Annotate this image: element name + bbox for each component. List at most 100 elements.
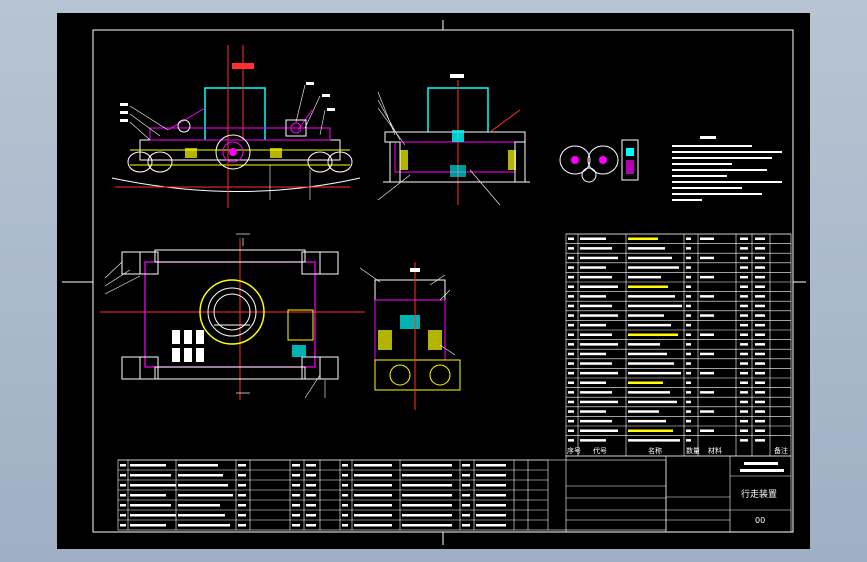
table-cell-text [700,256,714,260]
table-cell-text [130,494,166,497]
seq-header: 序号 [567,446,581,455]
table-cell-text [178,514,225,517]
table-cell-text [740,429,748,432]
table-cell-text [342,494,348,497]
table-cell-text [686,285,691,288]
table-cell-text [740,295,748,298]
table-cell-text [568,323,574,327]
table-cell-text [292,474,300,477]
table-cell-text [740,410,748,413]
cad-model-space[interactable]: 序号 代号 名称 数量 材料 备注 行走装置 00 [57,13,810,549]
table-cell-text [700,371,714,375]
table-cell-text [628,381,663,384]
table-cell-text [580,429,618,432]
table-cell-text [628,275,661,279]
table-cell-text [686,343,691,346]
drawing-title: 行走装置 [741,488,777,500]
table-cell-text [755,333,765,336]
table-cell-text [568,275,574,279]
section-view [359,262,461,410]
table-cell-text [568,237,574,240]
table-cell-text [628,237,658,240]
table-cell-text [402,494,452,497]
table-cell-text [462,464,470,467]
table-cell-text [238,484,246,487]
table-cell-text [568,381,574,384]
table-cell-text [462,514,470,517]
table-cell-text [740,304,748,308]
table-cell-text [120,494,126,497]
table-cell-text [628,266,679,269]
table-cell-text [354,494,392,497]
table-cell-text [580,285,618,288]
table-cell-text [740,333,748,336]
table-cell-text [476,474,506,477]
table-cell-text [755,314,765,317]
table-cell-text [580,323,606,327]
table-cell-text [580,304,612,308]
table-cell-text [755,371,765,375]
table-cell-text [686,333,691,336]
table-cell-text [402,474,452,477]
table-cell-text [568,439,574,442]
table-cell-text [568,247,574,250]
table-cell-text [740,400,748,404]
table-cell-text [686,247,691,250]
table-cell-text [568,333,574,336]
table-cell-text [178,524,230,527]
table-cell-text [628,419,666,423]
table-cell-text [628,323,671,327]
table-cell-text [700,275,714,279]
table-cell-text [342,474,348,477]
table-cell-text [580,381,606,384]
table-cell-text [580,275,612,279]
table-cell-text [402,484,452,487]
table-cell-text [354,464,392,467]
table-cell-text [686,400,691,404]
table-cell-text [568,410,574,413]
table-cell-text [740,419,748,423]
table-cell-text [740,362,748,365]
table-cell-text [476,504,506,507]
table-cell-text [686,256,691,260]
table-cell-text [238,504,246,507]
table-cell-text [755,295,765,298]
table-cell-text [686,439,691,442]
table-cell-text [306,474,316,477]
name-header: 名称 [648,446,662,455]
table-cell-text [580,314,618,317]
table-cell-text [342,484,348,487]
table-cell-text [178,504,220,507]
table-cell-text [755,362,765,365]
table-cell-text [740,275,748,279]
table-cell-text [686,419,691,423]
title-block-text: 行走装置 00 [740,462,784,525]
table-cell-text [238,474,246,477]
table-cell-text [755,352,765,356]
table-cell-text [628,304,682,308]
table-cell-text [292,504,300,507]
table-cell-text [580,333,612,336]
table-cell-text [130,464,166,467]
table-cell-text [755,247,765,250]
table-cell-text [292,494,300,497]
table-cell-text [130,504,171,507]
table-cell-text [580,391,612,394]
table-cell-text [628,429,673,432]
table-cell-text [755,266,765,269]
table-cell-text [120,464,126,467]
table-cell-text [580,256,618,260]
table-cell-text [476,514,506,517]
table-cell-text [476,524,506,527]
table-cell-text [700,410,714,413]
table-cell-text [476,484,506,487]
drawing-number: 00 [755,516,765,525]
table-cell-text [755,429,765,432]
table-cell-text [568,256,574,260]
table-cell-text [580,237,606,240]
table-cell-text [120,484,126,487]
qty-header: 数量 [686,446,700,455]
table-cell-text [402,514,452,517]
table-cell-text [740,391,748,394]
table-cell-text [686,295,691,298]
